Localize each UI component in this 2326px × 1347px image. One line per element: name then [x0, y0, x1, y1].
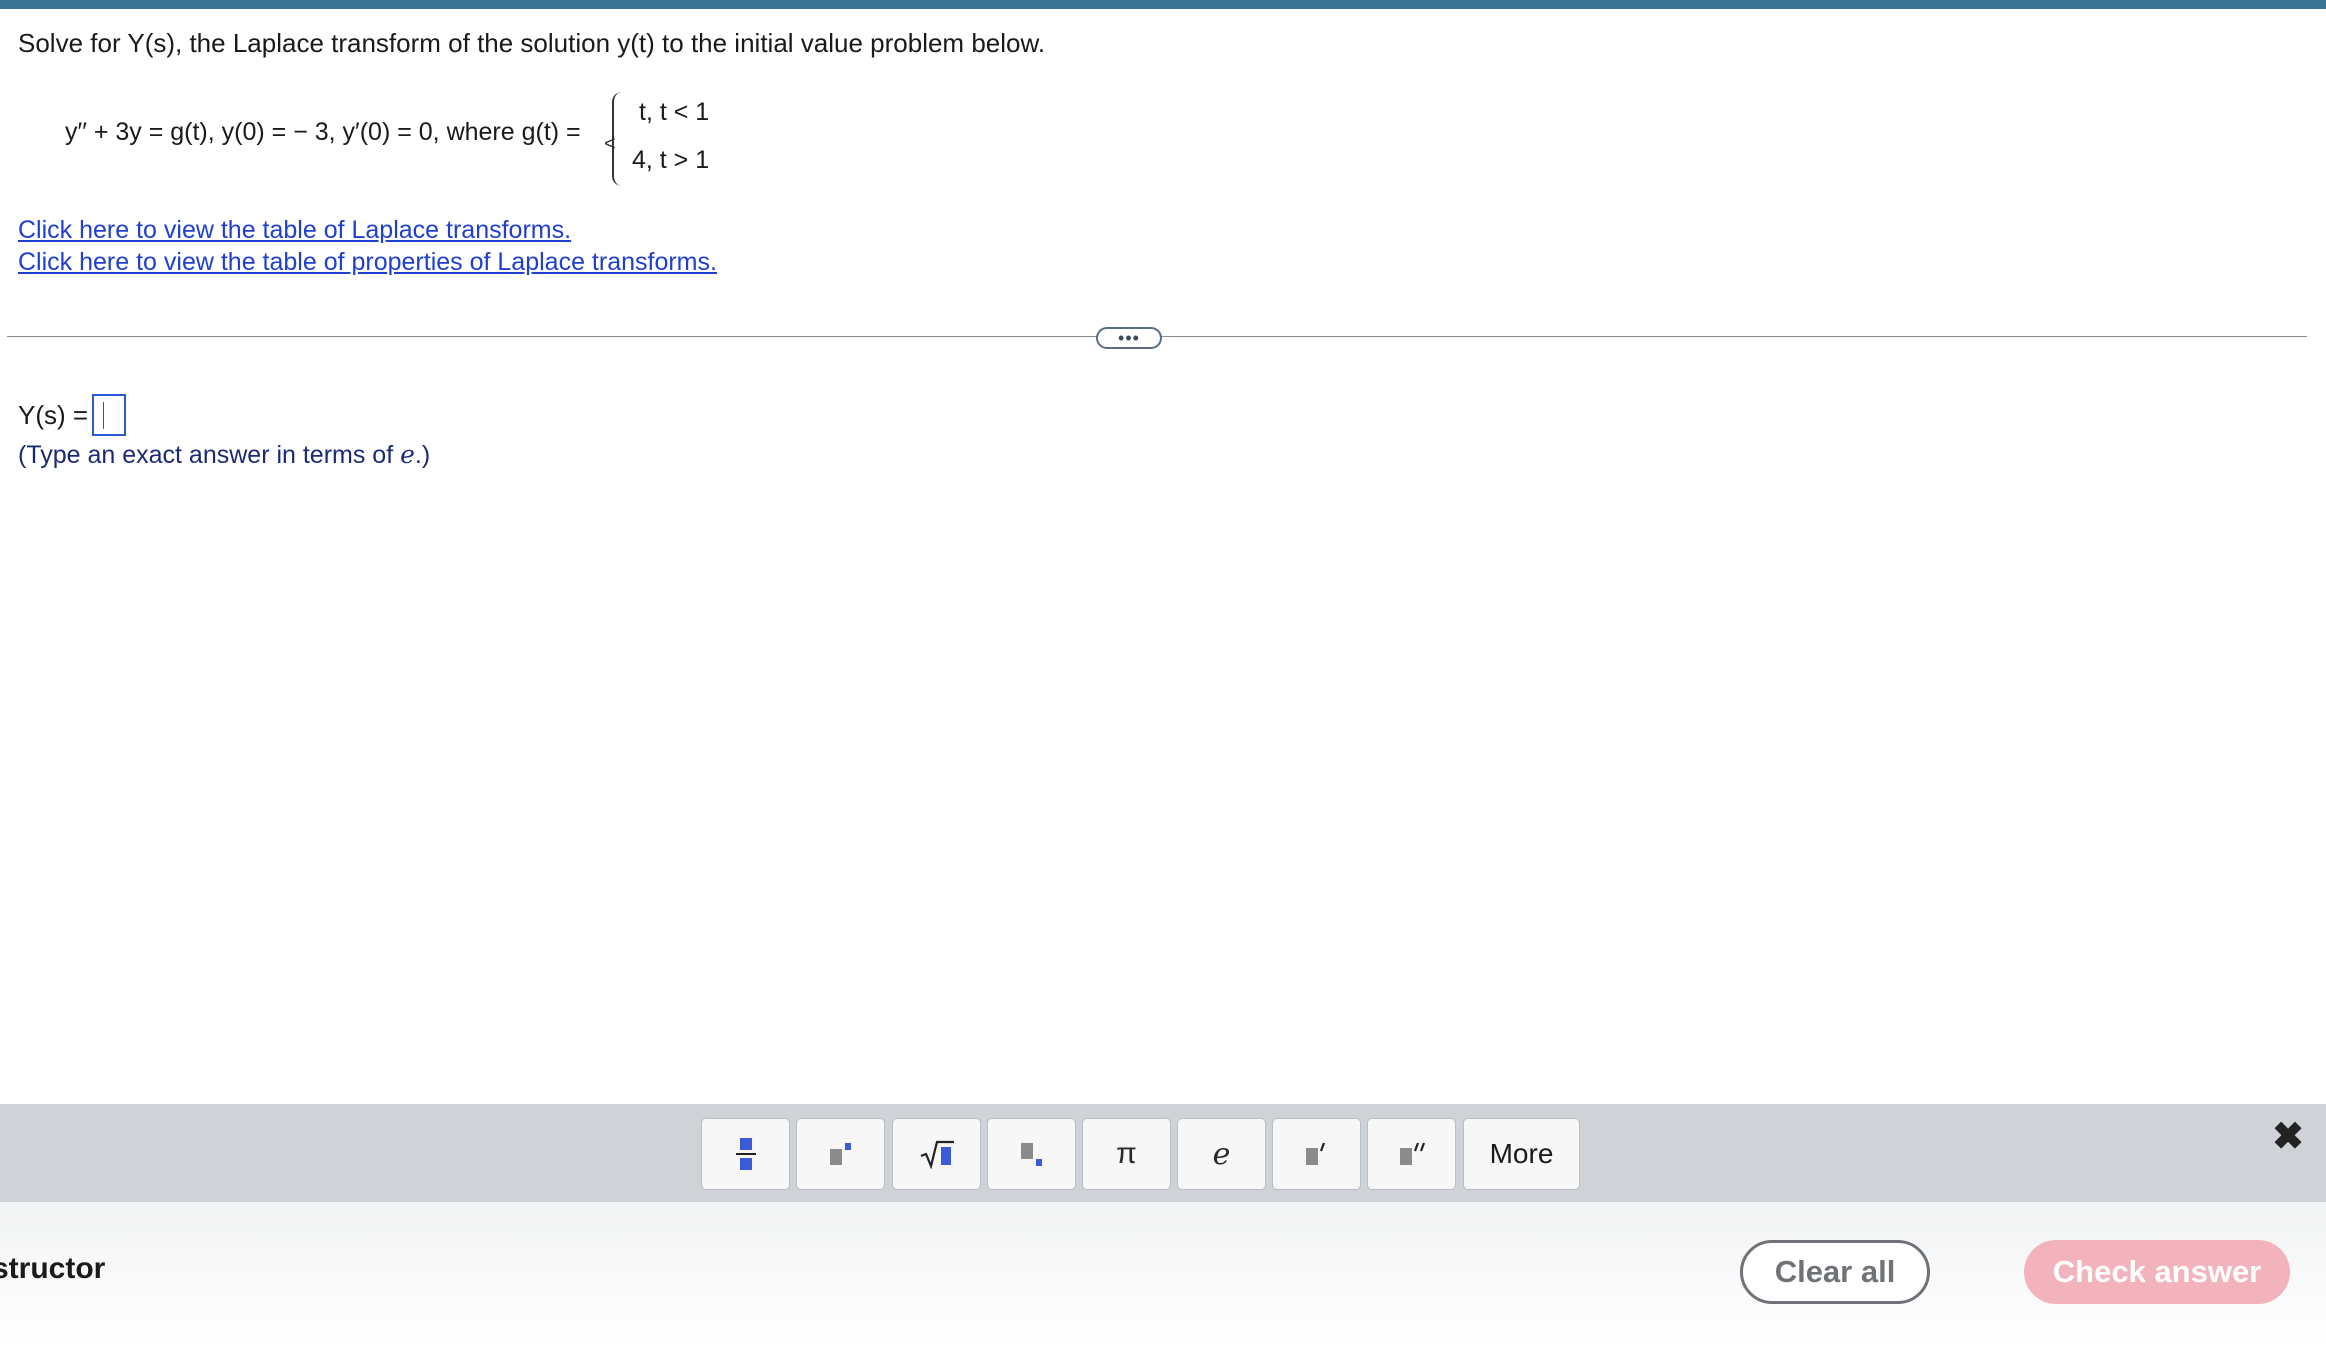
subscript-icon [1020, 1143, 1042, 1166]
text-cursor [103, 402, 104, 429]
hint-prefix: (Type an exact answer in terms of [18, 441, 401, 469]
exponent-button[interactable] [796, 1118, 885, 1190]
pi-icon: π [1116, 1137, 1137, 1170]
answer-input[interactable] [92, 394, 126, 436]
piecewise-case-1: t, t < 1 [639, 98, 710, 126]
math-palette: π e More ✖ [0, 1104, 2326, 1202]
more-label: More [1489, 1138, 1554, 1169]
sqrt-icon [920, 1140, 954, 1169]
check-answer-button[interactable]: Check answer [2024, 1240, 2290, 1304]
answer-hint: (Type an exact answer in terms of e.) [18, 440, 430, 470]
instructor-label: structor [0, 1252, 106, 1285]
piecewise-brace-tip: < [604, 133, 616, 155]
exponent-icon [829, 1143, 851, 1165]
hint-variable: e [400, 440, 415, 469]
sqrt-button[interactable] [892, 1118, 981, 1190]
ivp-equation: y′′ + 3y = g(t), y(0) = − 3, y′(0) = 0, … [65, 118, 581, 146]
prime-button[interactable] [1272, 1118, 1361, 1190]
top-accent-bar [0, 0, 2326, 9]
e-button[interactable]: e [1177, 1118, 1266, 1190]
footer-bar: structor Clear all Check answer [0, 1202, 2326, 1347]
e-icon: e [1212, 1136, 1231, 1172]
answer-label: Y(s) = [18, 400, 89, 430]
expand-more-button[interactable]: ••• [1096, 327, 1162, 349]
piecewise-case-2: 4, t > 1 [632, 146, 710, 174]
double-prime-icon [1399, 1142, 1425, 1165]
fraction-icon [735, 1138, 756, 1170]
subscript-button[interactable] [987, 1118, 1076, 1190]
laplace-table-link[interactable]: Click here to view the table of Laplace … [18, 216, 571, 245]
clear-all-button[interactable]: Clear all [1740, 1240, 1930, 1304]
fraction-button[interactable] [701, 1118, 790, 1190]
more-button[interactable]: More [1463, 1118, 1580, 1190]
pi-button[interactable]: π [1082, 1118, 1171, 1190]
close-icon[interactable]: ✖ [2272, 1114, 2304, 1159]
laplace-properties-link[interactable]: Click here to view the table of properti… [18, 248, 717, 277]
hint-suffix: .) [414, 441, 431, 469]
question-prompt: Solve for Y(s), the Laplace transform of… [18, 28, 1046, 58]
double-prime-button[interactable] [1367, 1118, 1456, 1190]
prime-icon [1305, 1142, 1325, 1165]
